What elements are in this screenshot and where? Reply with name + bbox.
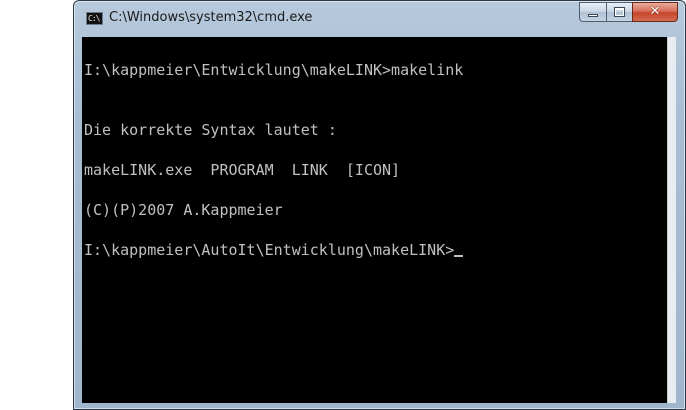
text-cursor: [454, 255, 464, 257]
title-bar[interactable]: C:\ C:\Windows\system32\cmd.exe ✕: [74, 1, 685, 37]
cmd-window: C:\ C:\Windows\system32\cmd.exe ✕ I:\kap…: [73, 0, 686, 410]
console-prompt-line: I:\kappmeier\AutoIt\Entwicklung\makeLINK…: [84, 241, 464, 259]
console-line: makeLINK.exe PROGRAM LINK [ICON]: [84, 161, 401, 179]
console-line: Die korrekte Syntax lautet :: [84, 121, 337, 139]
console-line: I:\kappmeier\Entwicklung\makeLINK>makeli…: [84, 61, 464, 79]
window-title: C:\Windows\system32\cmd.exe: [109, 10, 313, 25]
cmd-icon[interactable]: C:\: [86, 12, 103, 25]
close-icon: ✕: [649, 4, 661, 19]
console-prompt: I:\kappmeier\AutoIt\Entwicklung\makeLINK…: [84, 241, 455, 259]
close-button[interactable]: ✕: [632, 2, 678, 22]
vertical-scrollbar[interactable]: [667, 37, 676, 403]
console-line: (C)(P)2007 A.Kappmeier: [84, 201, 283, 219]
caption-buttons: ✕: [579, 2, 678, 22]
minimize-button[interactable]: [579, 2, 606, 22]
maximize-icon: [614, 7, 625, 17]
maximize-button[interactable]: [606, 2, 632, 22]
minimize-icon: [588, 14, 598, 17]
cmd-icon-glyph: C:\: [88, 14, 100, 23]
console-output[interactable]: I:\kappmeier\Entwicklung\makeLINK>makeli…: [82, 37, 667, 403]
